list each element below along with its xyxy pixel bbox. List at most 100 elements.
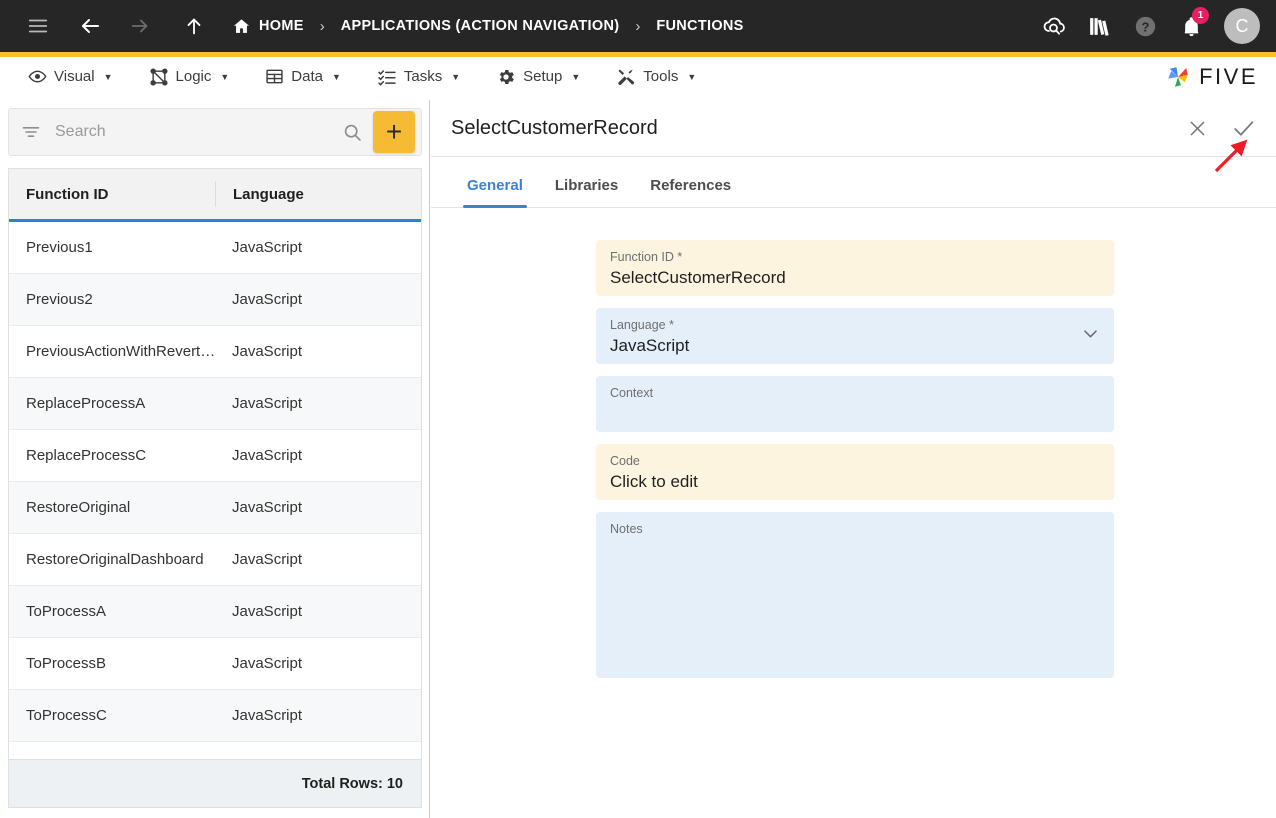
table-row[interactable]: ReplaceProcessC JavaScript bbox=[9, 430, 421, 482]
field-context[interactable]: Context bbox=[596, 376, 1114, 432]
menu-item-data[interactable]: Data ▼ bbox=[247, 57, 359, 96]
cell-language: JavaScript bbox=[232, 239, 303, 256]
table-row[interactable]: Previous2 JavaScript bbox=[9, 274, 421, 326]
cell-language: JavaScript bbox=[232, 343, 303, 360]
field-function-id[interactable]: Function ID * SelectCustomerRecord bbox=[596, 240, 1114, 296]
back-arrow-icon[interactable] bbox=[70, 6, 110, 46]
table-row[interactable]: ToProcessA JavaScript bbox=[9, 586, 421, 638]
field-value-notes bbox=[610, 537, 1100, 563]
grid-body: Previous1 JavaScript Previous2 JavaScript Pr… bbox=[9, 222, 421, 746]
menu-item-tasks[interactable]: Tasks ▼ bbox=[359, 57, 478, 96]
five-logo: FIVE bbox=[1163, 62, 1276, 92]
add-function-button[interactable]: + bbox=[373, 111, 415, 153]
chevron-down-icon: ▼ bbox=[451, 71, 461, 82]
chevron-down-icon[interactable] bbox=[1081, 324, 1100, 348]
svg-text:?: ? bbox=[1141, 19, 1149, 34]
cell-language: JavaScript bbox=[232, 395, 303, 412]
cell-function-id: ToProcessC bbox=[26, 707, 107, 724]
detail-tabs: General Libraries References bbox=[431, 157, 1276, 208]
menu-label-setup: Setup bbox=[523, 68, 563, 85]
cell-function-id: ToProcessA bbox=[26, 603, 107, 620]
total-rows-label: Total Rows: 10 bbox=[301, 775, 403, 792]
search-icon[interactable] bbox=[332, 122, 373, 143]
breadcrumb-label-applications: APPLICATIONS (ACTION NAVIGATION) bbox=[340, 18, 620, 34]
module-menu-bar: Visual ▼ Logic ▼ Data ▼ Tasks ▼ Setup ▼ … bbox=[0, 57, 1276, 96]
table-row[interactable]: PreviousActionWithRevert… JavaScript bbox=[9, 326, 421, 378]
top-header-bar: HOME › APPLICATIONS (ACTION NAVIGATION) … bbox=[0, 0, 1276, 52]
column-header-language[interactable]: Language bbox=[215, 181, 421, 207]
tab-libraries[interactable]: Libraries bbox=[539, 177, 634, 207]
chevron-down-icon: ▼ bbox=[331, 71, 341, 82]
cell-function-id: Previous1 bbox=[26, 239, 93, 256]
gear-icon bbox=[496, 67, 516, 87]
menu-icon[interactable] bbox=[18, 6, 58, 46]
checkmark-save-icon[interactable] bbox=[1228, 113, 1258, 143]
cell-language: JavaScript bbox=[232, 707, 303, 724]
chevron-down-icon: ▼ bbox=[687, 71, 697, 82]
breadcrumb-item-applications[interactable]: APPLICATIONS (ACTION NAVIGATION) bbox=[341, 18, 620, 34]
breadcrumb-item-functions[interactable]: FUNCTIONS bbox=[656, 18, 743, 34]
field-code[interactable]: Code Click to edit bbox=[596, 444, 1114, 500]
avatar[interactable]: C bbox=[1224, 8, 1260, 44]
cell-language: JavaScript bbox=[232, 655, 303, 672]
breadcrumb-separator-1: › bbox=[319, 17, 325, 35]
table-row[interactable]: ReplaceProcessA JavaScript bbox=[9, 378, 421, 430]
menu-item-visual[interactable]: Visual ▼ bbox=[10, 57, 131, 96]
cell-function-id: RestoreOriginal bbox=[26, 499, 131, 516]
table-row[interactable]: Previous1 JavaScript bbox=[9, 222, 421, 274]
cell-function-id: Previous2 bbox=[26, 291, 93, 308]
breadcrumb-separator-2: › bbox=[635, 17, 641, 35]
function-grid: Function ID Language Previous1 JavaScript… bbox=[8, 168, 422, 808]
tab-references[interactable]: References bbox=[634, 177, 747, 207]
notifications-bell-icon[interactable]: 1 bbox=[1170, 5, 1212, 47]
cell-function-id: PreviousActionWithRevert… bbox=[26, 343, 215, 360]
function-list-panel: + Function ID Language Previous1 JavaScri… bbox=[0, 100, 430, 818]
cell-language: JavaScript bbox=[232, 603, 303, 620]
field-value-function-id: SelectCustomerRecord bbox=[610, 268, 786, 287]
table-grid-icon bbox=[265, 67, 284, 86]
notification-badge: 1 bbox=[1192, 7, 1209, 24]
tab-general[interactable]: General bbox=[451, 177, 539, 208]
close-icon[interactable] bbox=[1182, 113, 1212, 143]
chevron-down-icon: ▼ bbox=[103, 71, 113, 82]
search-input[interactable] bbox=[55, 123, 332, 141]
field-label-language: Language * bbox=[610, 318, 674, 332]
menu-item-setup[interactable]: Setup ▼ bbox=[478, 57, 598, 96]
logic-nodes-icon bbox=[149, 67, 169, 87]
detail-header: SelectCustomerRecord bbox=[431, 100, 1276, 157]
field-label-context: Context bbox=[610, 386, 654, 400]
cell-language: JavaScript bbox=[232, 447, 303, 464]
tools-wrench-icon bbox=[616, 67, 636, 87]
cell-language: JavaScript bbox=[232, 499, 303, 516]
menu-item-tools[interactable]: Tools ▼ bbox=[598, 57, 714, 96]
cell-function-id: ToProcessB bbox=[26, 655, 107, 672]
search-bar: + bbox=[8, 108, 422, 156]
header-nav-group: HOME › APPLICATIONS (ACTION NAVIGATION) … bbox=[0, 6, 744, 46]
menu-label-logic: Logic bbox=[175, 68, 212, 85]
eye-icon bbox=[28, 67, 47, 86]
breadcrumb-item-home[interactable]: HOME bbox=[232, 17, 304, 36]
grid-footer: Total Rows: 10 bbox=[9, 759, 421, 807]
function-detail-panel: SelectCustomerRecord General Libraries R… bbox=[431, 100, 1276, 818]
home-icon bbox=[232, 17, 251, 36]
library-books-icon[interactable] bbox=[1078, 5, 1120, 47]
menu-item-logic[interactable]: Logic ▼ bbox=[131, 57, 248, 96]
table-row[interactable]: RestoreOriginalDashboard JavaScript bbox=[9, 534, 421, 586]
cloud-search-icon[interactable] bbox=[1032, 5, 1074, 47]
breadcrumb-label-functions: FUNCTIONS bbox=[656, 18, 744, 34]
table-row[interactable]: ToProcessB JavaScript bbox=[9, 638, 421, 690]
general-form: Function ID * SelectCustomerRecord Langu… bbox=[596, 240, 1114, 690]
column-header-function-id[interactable]: Function ID bbox=[9, 186, 215, 203]
field-label-code: Code bbox=[610, 454, 640, 468]
field-notes[interactable]: Notes bbox=[596, 512, 1114, 678]
up-arrow-icon[interactable] bbox=[174, 6, 214, 46]
cell-language: JavaScript bbox=[232, 291, 303, 308]
forward-arrow-icon[interactable] bbox=[120, 6, 160, 46]
field-language[interactable]: Language * JavaScript bbox=[596, 308, 1114, 364]
table-row[interactable]: RestoreOriginal JavaScript bbox=[9, 482, 421, 534]
help-icon[interactable]: ? bbox=[1124, 5, 1166, 47]
cell-language: JavaScript bbox=[232, 551, 303, 568]
menu-label-visual: Visual bbox=[54, 68, 95, 85]
table-row[interactable]: ToProcessC JavaScript bbox=[9, 690, 421, 742]
filter-icon[interactable] bbox=[21, 122, 41, 142]
